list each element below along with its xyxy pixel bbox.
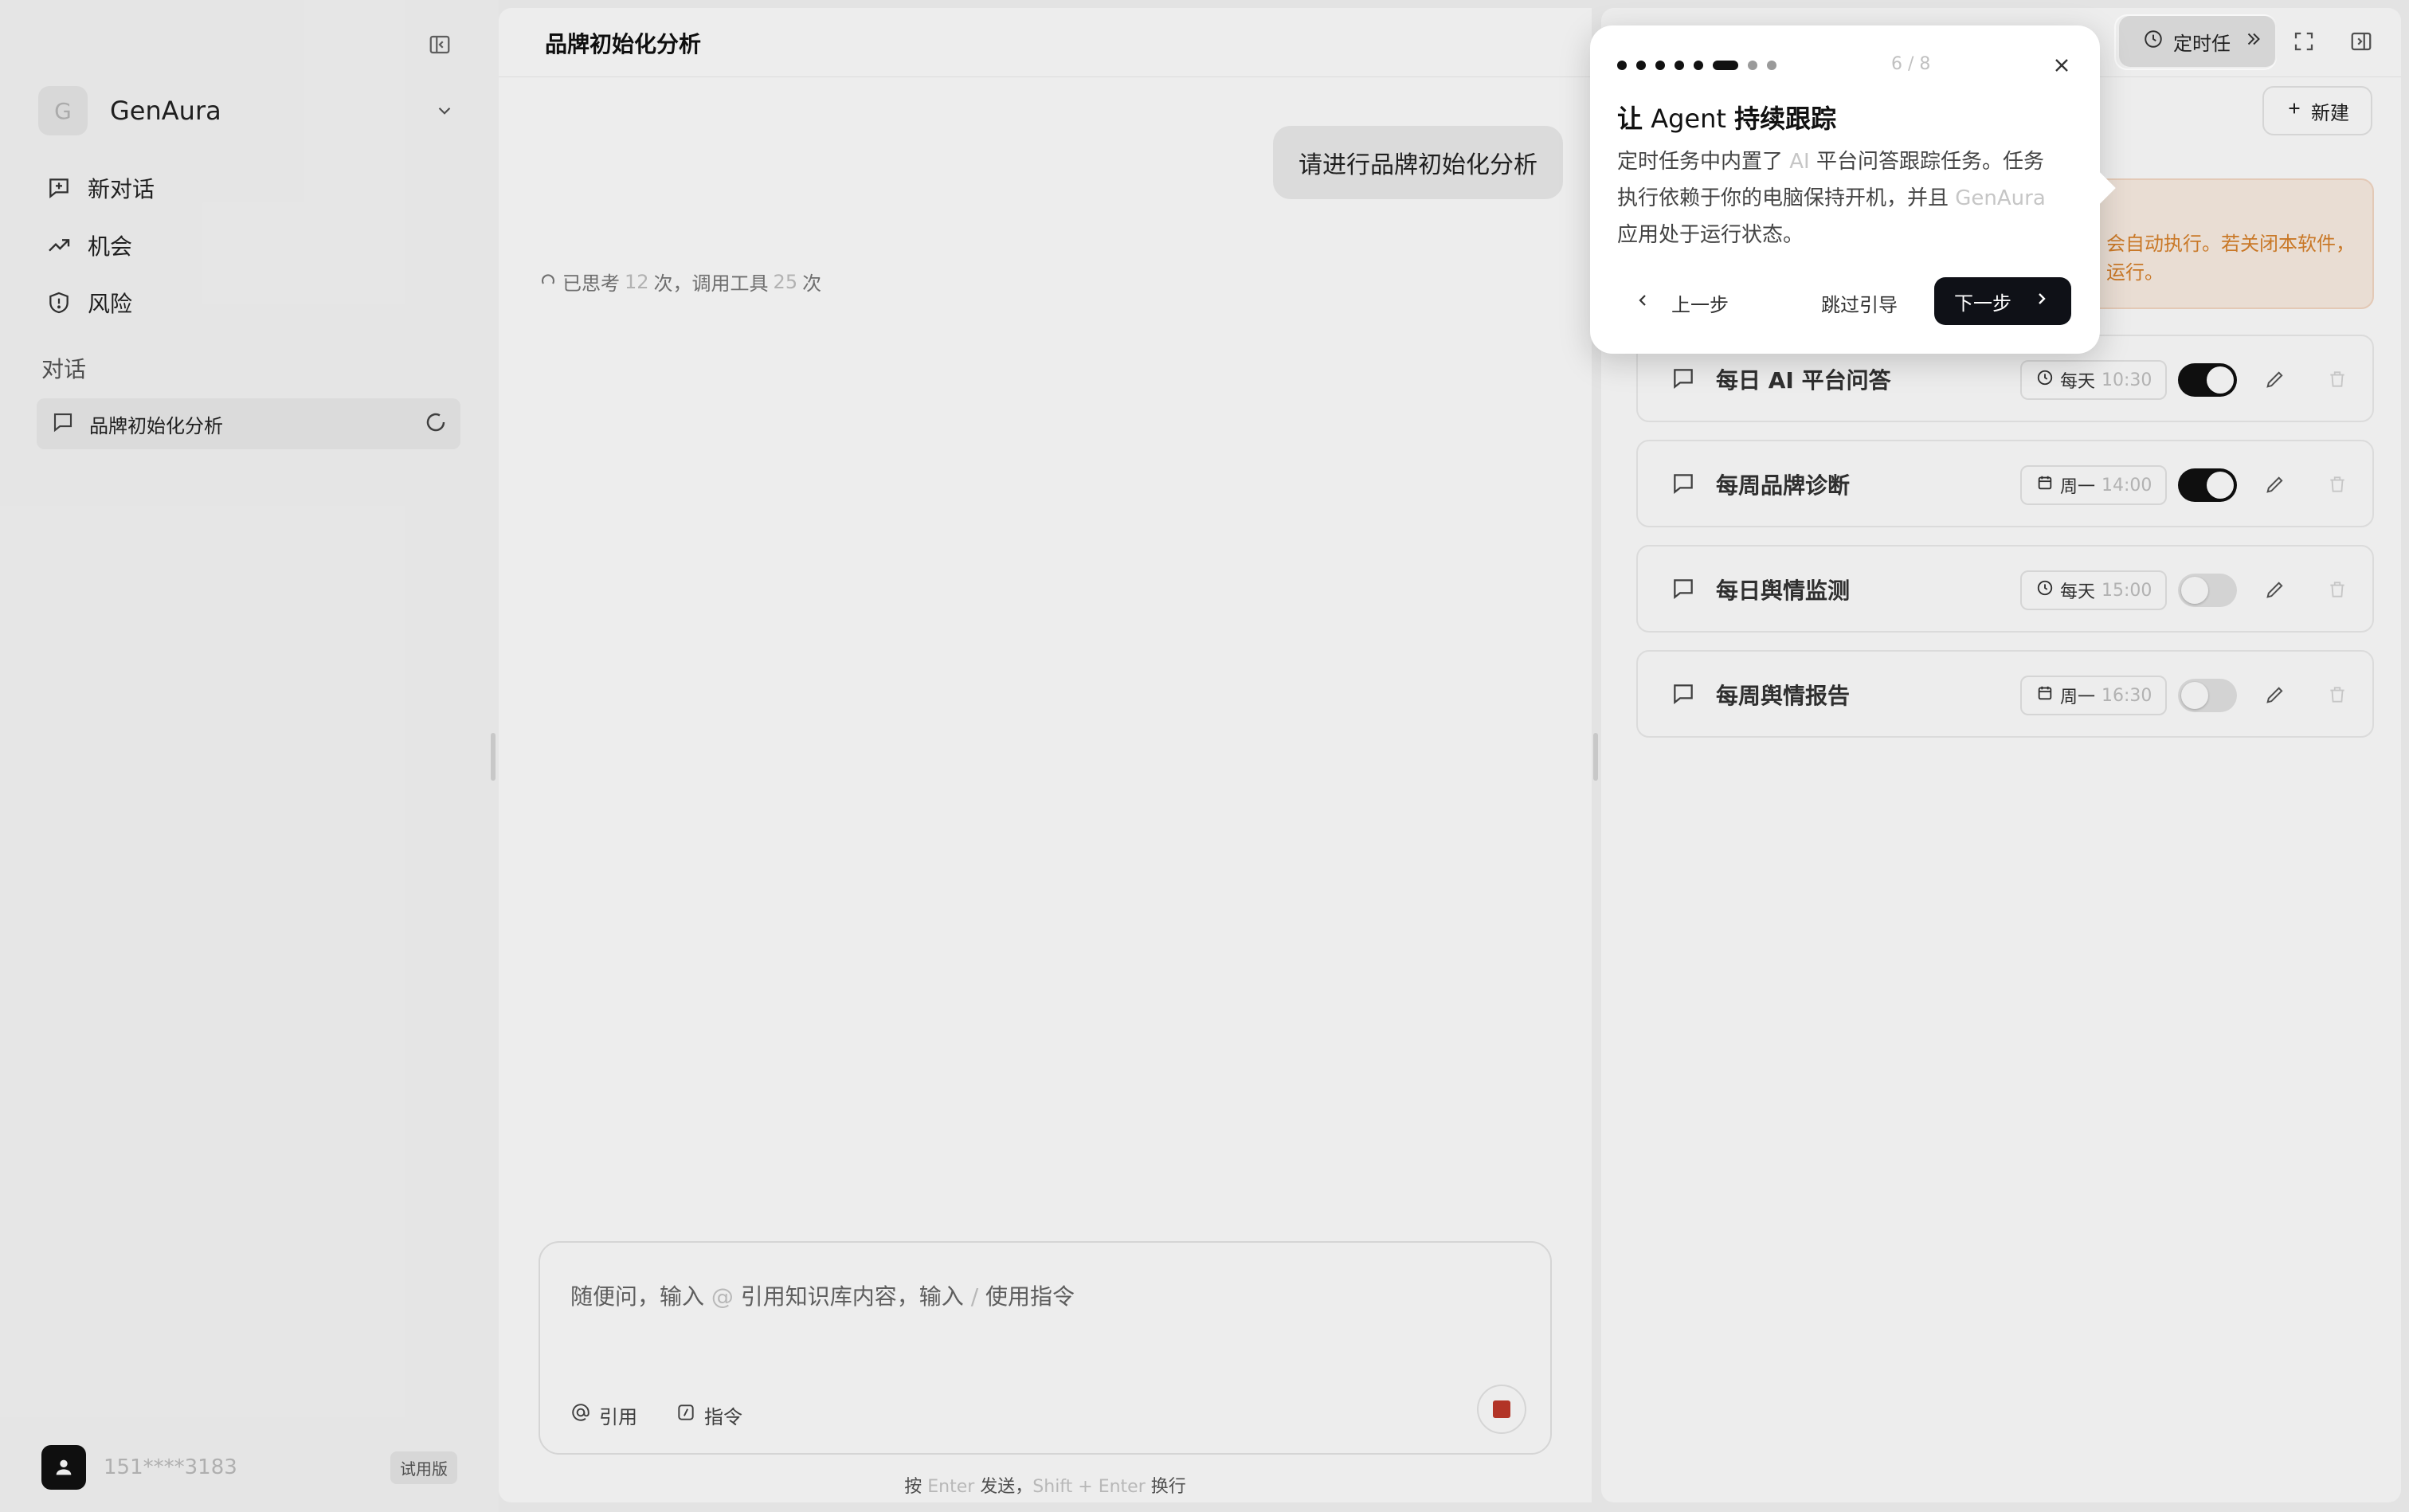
body-text-muted: GenAura — [1955, 186, 2046, 210]
progress-dot — [1694, 61, 1703, 70]
tour-next-button[interactable]: 下一步 — [1934, 277, 2071, 325]
progress-dot — [1636, 61, 1646, 70]
tour-step-count: 6 / 8 — [1891, 54, 1931, 74]
close-icon[interactable] — [2047, 51, 2076, 80]
tour-title: 让 Agent 持续跟踪 — [1617, 99, 1836, 135]
progress-dot — [1655, 61, 1665, 70]
tour-body: 定时任务中内置了 AI 平台问答跟踪任务。任务执行依赖于你的电脑保持开机，并且 … — [1617, 143, 2063, 253]
progress-dot — [1748, 61, 1757, 70]
next-label: 下一步 — [1954, 292, 2011, 315]
progress-dot-current — [1713, 61, 1738, 70]
chevron-left-icon — [1633, 291, 1652, 315]
chevron-right-icon — [2032, 289, 2051, 313]
tour-progress-dots — [1617, 61, 1776, 70]
progress-dot — [1767, 61, 1776, 70]
prev-label: 上一步 — [1671, 293, 1729, 316]
body-text: 应用处于运行状态。 — [1617, 223, 1804, 247]
tour-popover: 6 / 8 让 Agent 持续跟踪 定时任务中内置了 AI 平台问答跟踪任务。… — [1590, 25, 2116, 354]
tour-spotlight — [2116, 16, 2275, 69]
body-text: 定时任务中内置了 — [1617, 150, 1790, 174]
title-bold: 持续跟踪 — [1734, 104, 1837, 134]
tour-skip-button[interactable]: 跳过引导 — [1821, 280, 1898, 325]
title-mid: Agent — [1643, 104, 1735, 134]
tour-prev-button[interactable]: 上一步 — [1617, 280, 1729, 325]
body-text-muted: AI — [1789, 150, 1810, 174]
progress-dot — [1675, 61, 1684, 70]
progress-dot — [1617, 61, 1627, 70]
title-prefix: 让 — [1617, 104, 1643, 134]
